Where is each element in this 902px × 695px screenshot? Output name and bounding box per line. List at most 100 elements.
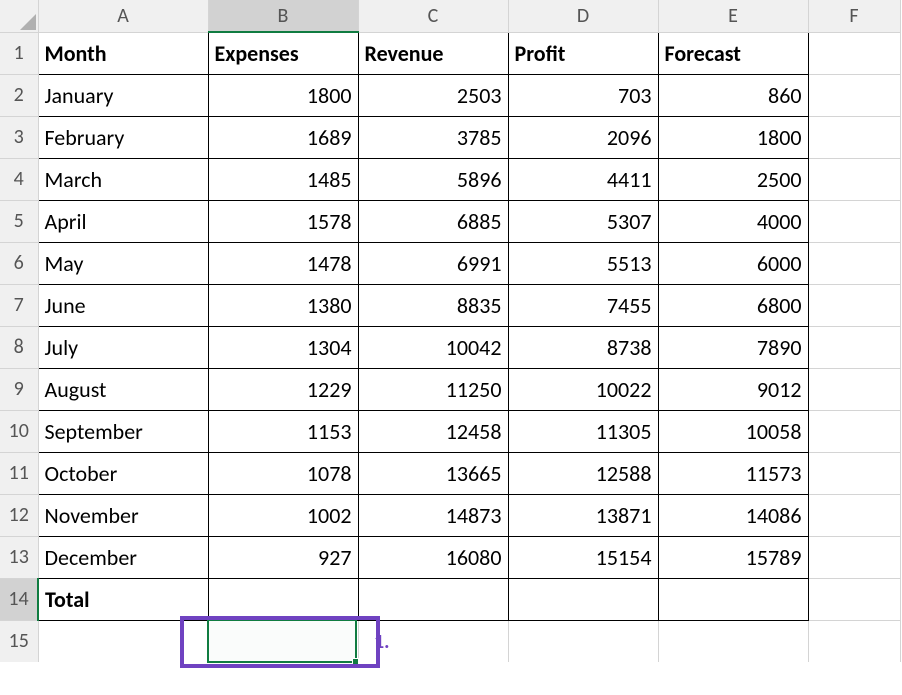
cell-B5[interactable]: 1578 [208, 200, 358, 242]
cell-C11[interactable]: 13665 [358, 452, 508, 494]
cell-F1[interactable] [808, 32, 900, 74]
cell-A4[interactable]: March [38, 158, 208, 200]
cell-C2[interactable]: 2503 [358, 74, 508, 116]
cell-F5[interactable] [808, 200, 900, 242]
cell-A2[interactable]: January [38, 74, 208, 116]
cell-D10[interactable]: 11305 [508, 410, 658, 452]
cell-D1[interactable]: Profit [508, 32, 658, 74]
row-header-6[interactable]: 6 [0, 242, 38, 284]
cell-D6[interactable]: 5513 [508, 242, 658, 284]
cell-E4[interactable]: 2500 [658, 158, 808, 200]
cell-F12[interactable] [808, 494, 900, 536]
cell-D12[interactable]: 13871 [508, 494, 658, 536]
cell-C1[interactable]: Revenue [358, 32, 508, 74]
row-header-7[interactable]: 7 [0, 284, 38, 326]
cell-A7[interactable]: June [38, 284, 208, 326]
cell-B9[interactable]: 1229 [208, 368, 358, 410]
cell-C4[interactable]: 5896 [358, 158, 508, 200]
cell-D7[interactable]: 7455 [508, 284, 658, 326]
cell-F7[interactable] [808, 284, 900, 326]
cell-F13[interactable] [808, 536, 900, 578]
cell-C10[interactable]: 12458 [358, 410, 508, 452]
cell-C14[interactable] [358, 578, 508, 620]
cell-F4[interactable] [808, 158, 900, 200]
cell-B3[interactable]: 1689 [208, 116, 358, 158]
cell-B13[interactable]: 927 [208, 536, 358, 578]
cell-E7[interactable]: 6800 [658, 284, 808, 326]
cell-F11[interactable] [808, 452, 900, 494]
col-header-E[interactable]: E [658, 0, 808, 32]
select-all-corner[interactable] [0, 0, 38, 32]
cell-F15[interactable] [808, 620, 900, 662]
cell-A9[interactable]: August [38, 368, 208, 410]
cell-A11[interactable]: October [38, 452, 208, 494]
cell-A10[interactable]: September [38, 410, 208, 452]
cell-E6[interactable]: 6000 [658, 242, 808, 284]
cell-C5[interactable]: 6885 [358, 200, 508, 242]
cell-F3[interactable] [808, 116, 900, 158]
cell-D8[interactable]: 8738 [508, 326, 658, 368]
cell-A13[interactable]: December [38, 536, 208, 578]
cell-B15[interactable] [208, 620, 358, 662]
cell-C3[interactable]: 3785 [358, 116, 508, 158]
cell-B10[interactable]: 1153 [208, 410, 358, 452]
cell-A14[interactable]: Total [38, 578, 208, 620]
cell-F9[interactable] [808, 368, 900, 410]
cell-B8[interactable]: 1304 [208, 326, 358, 368]
cell-C12[interactable]: 14873 [358, 494, 508, 536]
cell-E2[interactable]: 860 [658, 74, 808, 116]
row-header-8[interactable]: 8 [0, 326, 38, 368]
cell-E5[interactable]: 4000 [658, 200, 808, 242]
cell-E12[interactable]: 14086 [658, 494, 808, 536]
cell-C8[interactable]: 10042 [358, 326, 508, 368]
cell-D15[interactable] [508, 620, 658, 662]
row-header-14[interactable]: 14 [0, 578, 38, 620]
row-header-4[interactable]: 4 [0, 158, 38, 200]
col-header-A[interactable]: A [38, 0, 208, 32]
cell-F14[interactable] [808, 578, 900, 620]
cell-D5[interactable]: 5307 [508, 200, 658, 242]
cell-D13[interactable]: 15154 [508, 536, 658, 578]
cell-C7[interactable]: 8835 [358, 284, 508, 326]
row-header-3[interactable]: 3 [0, 116, 38, 158]
cell-A12[interactable]: November [38, 494, 208, 536]
cell-B7[interactable]: 1380 [208, 284, 358, 326]
row-header-1[interactable]: 1 [0, 32, 38, 74]
row-header-5[interactable]: 5 [0, 200, 38, 242]
cell-E1[interactable]: Forecast [658, 32, 808, 74]
cell-A5[interactable]: April [38, 200, 208, 242]
cell-D3[interactable]: 2096 [508, 116, 658, 158]
cell-E10[interactable]: 10058 [658, 410, 808, 452]
cell-A1[interactable]: Month [38, 32, 208, 74]
row-header-15[interactable]: 15 [0, 620, 38, 662]
cell-E14[interactable] [658, 578, 808, 620]
cell-E8[interactable]: 7890 [658, 326, 808, 368]
col-header-D[interactable]: D [508, 0, 658, 32]
cell-F2[interactable] [808, 74, 900, 116]
cell-A15[interactable] [38, 620, 208, 662]
cell-E11[interactable]: 11573 [658, 452, 808, 494]
col-header-C[interactable]: C [358, 0, 508, 32]
cell-B6[interactable]: 1478 [208, 242, 358, 284]
cell-F8[interactable] [808, 326, 900, 368]
cell-C15[interactable] [358, 620, 508, 662]
cell-B4[interactable]: 1485 [208, 158, 358, 200]
row-header-12[interactable]: 12 [0, 494, 38, 536]
cell-B1[interactable]: Expenses [208, 32, 358, 74]
cell-F10[interactable] [808, 410, 900, 452]
row-header-9[interactable]: 9 [0, 368, 38, 410]
row-header-10[interactable]: 10 [0, 410, 38, 452]
col-header-B[interactable]: B [208, 0, 358, 32]
cell-C6[interactable]: 6991 [358, 242, 508, 284]
cell-D2[interactable]: 703 [508, 74, 658, 116]
row-header-2[interactable]: 2 [0, 74, 38, 116]
cell-D4[interactable]: 4411 [508, 158, 658, 200]
cell-D11[interactable]: 12588 [508, 452, 658, 494]
cell-E3[interactable]: 1800 [658, 116, 808, 158]
row-header-13[interactable]: 13 [0, 536, 38, 578]
cell-A6[interactable]: May [38, 242, 208, 284]
cell-B2[interactable]: 1800 [208, 74, 358, 116]
cell-B12[interactable]: 1002 [208, 494, 358, 536]
row-header-11[interactable]: 11 [0, 452, 38, 494]
cell-D9[interactable]: 10022 [508, 368, 658, 410]
